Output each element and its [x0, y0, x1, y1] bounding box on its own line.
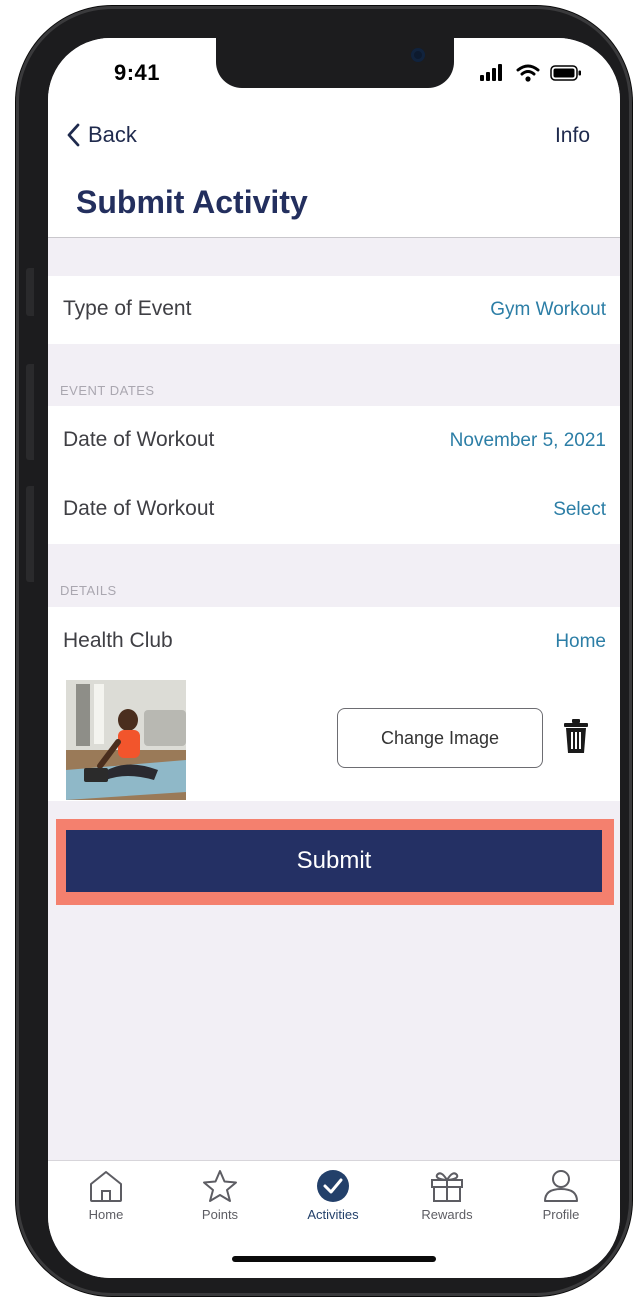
- trash-icon[interactable]: [564, 718, 588, 759]
- date-of-workout-value[interactable]: November 5, 2021: [450, 430, 606, 452]
- star-icon: [203, 1170, 237, 1202]
- health-club-row[interactable]: Health Club Home: [48, 607, 620, 676]
- tab-rewards[interactable]: Rewards: [402, 1169, 492, 1222]
- gift-icon: [431, 1172, 463, 1202]
- tab-points-label: Points: [201, 1207, 239, 1222]
- type-of-event-row[interactable]: Type of Event Gym Workout: [48, 276, 620, 344]
- home-indicator: [232, 1256, 436, 1262]
- signal-icon: [480, 64, 502, 81]
- type-of-event-label: Type of Event: [63, 297, 192, 320]
- health-club-value[interactable]: Home: [555, 631, 606, 653]
- date-of-workout-label: Date of Workout: [63, 428, 215, 451]
- tab-profile[interactable]: Profile: [516, 1169, 606, 1222]
- tab-home[interactable]: Home: [61, 1169, 151, 1222]
- home-icon: [90, 1171, 122, 1202]
- date-of-workout-select-row[interactable]: Date of Workout Select: [48, 475, 620, 544]
- info-button[interactable]: Info: [555, 124, 590, 148]
- mute-switch: [26, 268, 34, 316]
- date-of-workout-row[interactable]: Date of Workout November 5, 2021: [48, 406, 620, 475]
- status-icons: [480, 64, 582, 82]
- screen: 9:41 Back Info Submit Activity Type of E…: [48, 38, 620, 1278]
- back-label: Back: [88, 122, 137, 147]
- chevron-left-icon: [67, 123, 80, 147]
- health-club-label: Health Club: [63, 629, 173, 652]
- status-time: 9:41: [114, 60, 161, 85]
- workout-photo: [66, 680, 186, 800]
- change-image-button[interactable]: Change Image: [337, 708, 543, 768]
- date-of-workout-label-2: Date of Workout: [63, 497, 215, 520]
- check-circle-icon: [317, 1170, 349, 1202]
- camera: [411, 48, 425, 62]
- date-select-value[interactable]: Select: [553, 499, 606, 521]
- submit-button[interactable]: Submit: [66, 830, 602, 892]
- battery-icon: [550, 65, 581, 81]
- tab-points[interactable]: Points: [175, 1169, 265, 1222]
- section-header-details: DETAILS: [60, 583, 117, 598]
- section-header-event-dates: EVENT DATES: [60, 383, 155, 398]
- tab-rewards-label: Rewards: [421, 1207, 473, 1222]
- page-title: Submit Activity: [76, 184, 308, 220]
- volume-up-button: [26, 364, 34, 460]
- volume-down-button: [26, 486, 34, 582]
- type-of-event-value[interactable]: Gym Workout: [490, 299, 606, 321]
- tab-profile-label: Profile: [542, 1207, 580, 1222]
- wifi-icon: [516, 64, 540, 82]
- tab-activities[interactable]: Activities: [288, 1169, 378, 1222]
- back-button[interactable]: Back: [66, 122, 137, 148]
- tab-activities-label: Activities: [307, 1207, 359, 1222]
- tab-home-label: Home: [88, 1207, 124, 1222]
- event-dates-group: Date of Workout November 5, 2021 Date of…: [48, 406, 620, 544]
- activity-photo-thumbnail[interactable]: [66, 680, 186, 800]
- person-icon: [544, 1170, 578, 1202]
- notch: [216, 38, 454, 88]
